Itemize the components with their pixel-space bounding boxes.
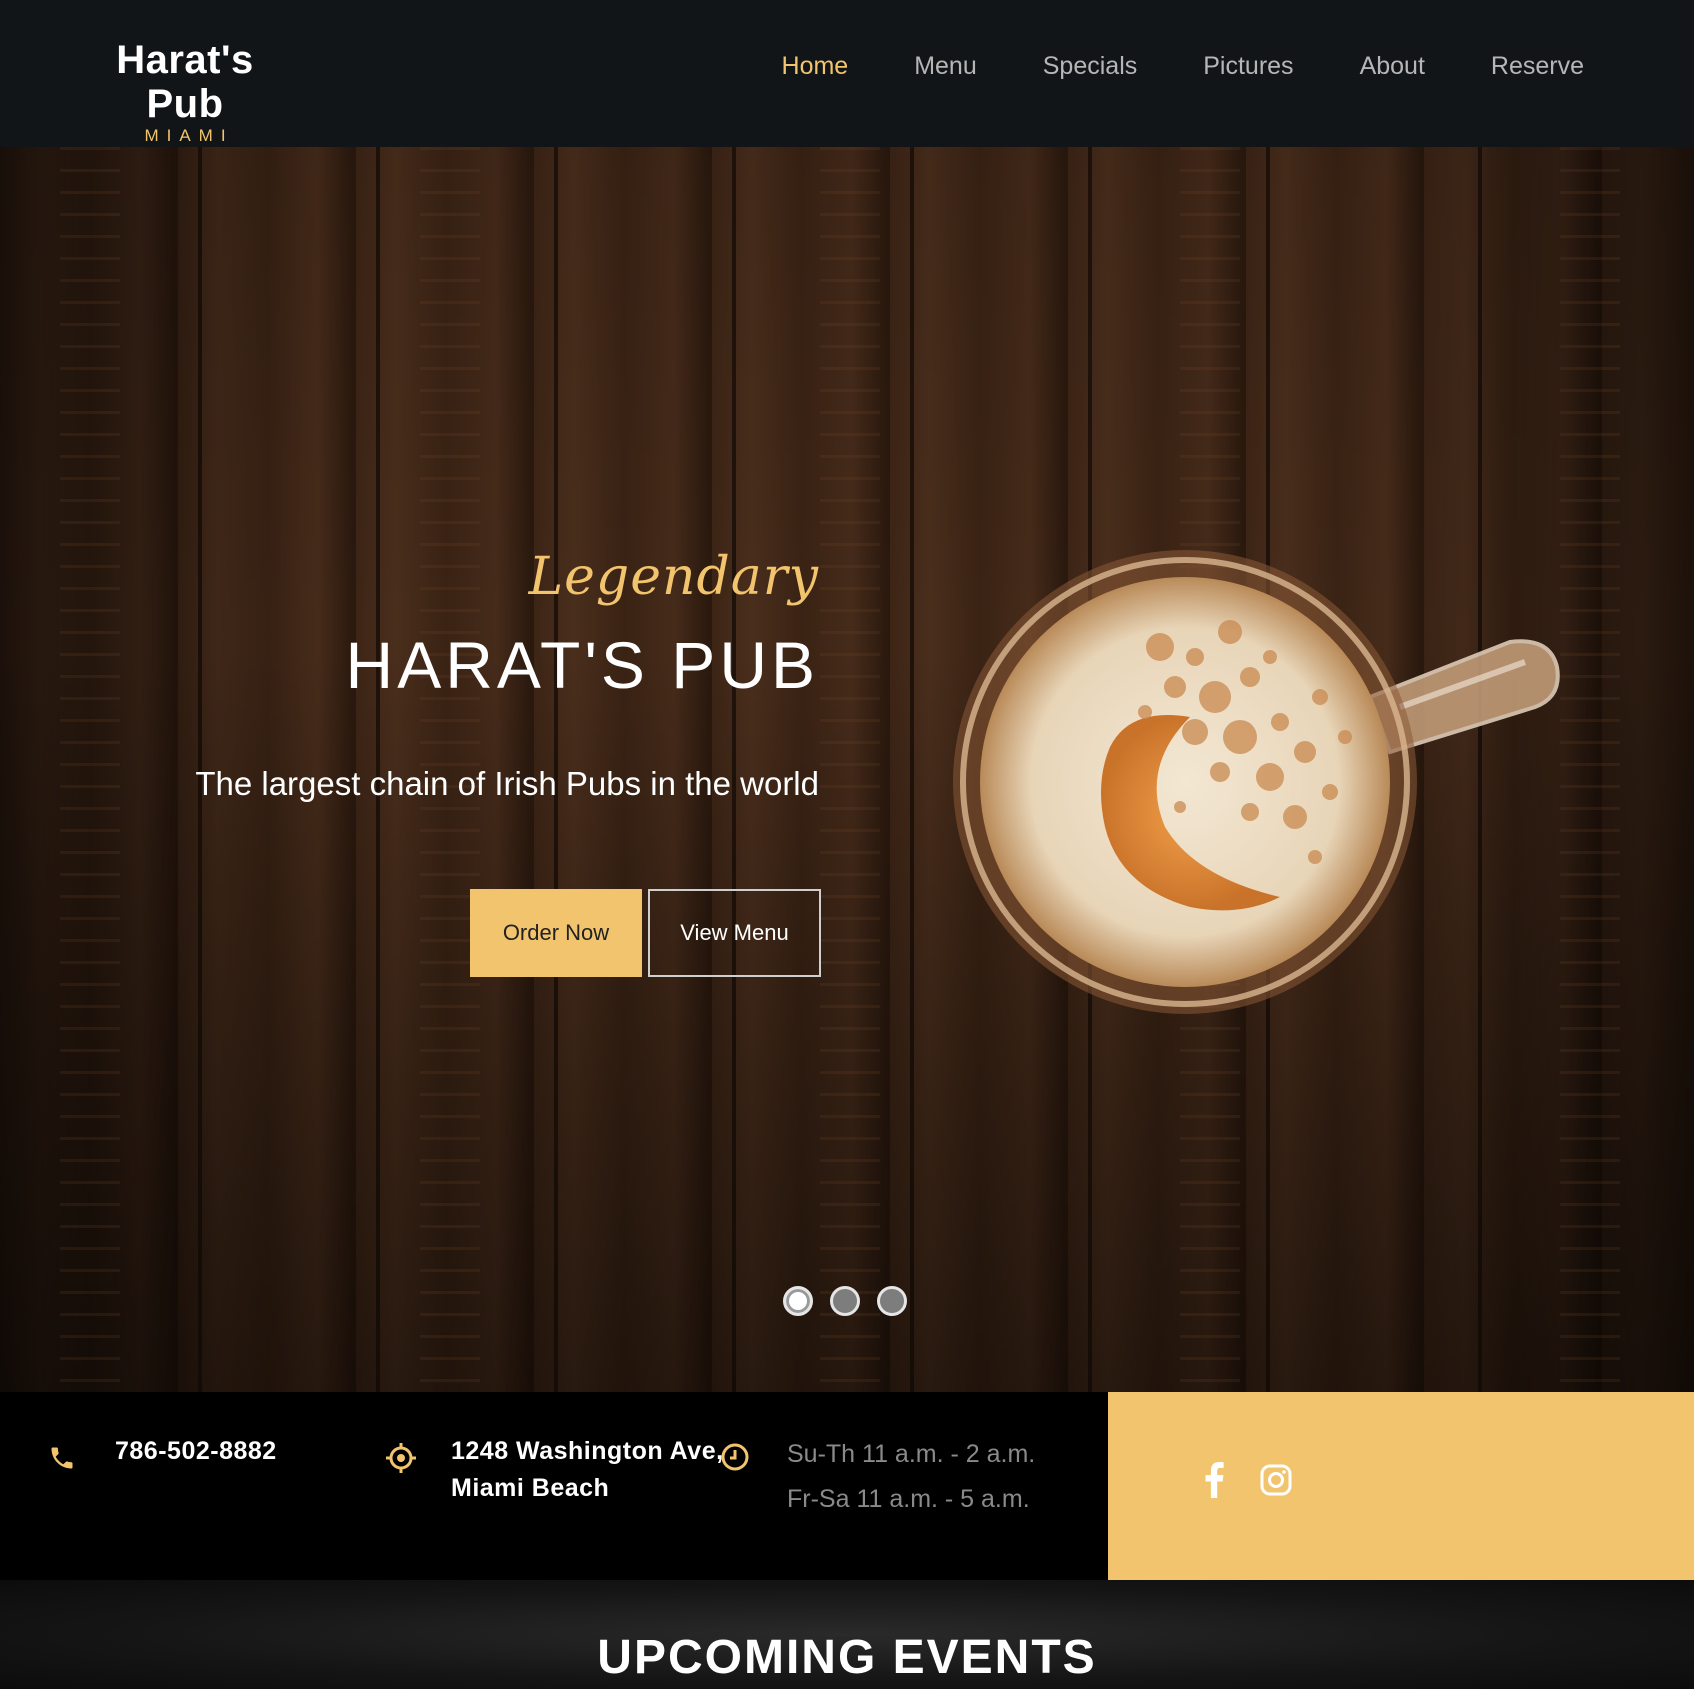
nav-item-home[interactable]: Home xyxy=(782,52,849,81)
hero-title: HARAT'S PUB xyxy=(345,628,819,702)
nav-item-about[interactable]: About xyxy=(1360,52,1425,81)
view-menu-button[interactable]: View Menu xyxy=(648,889,821,977)
beer-mug-image xyxy=(953,550,1560,1014)
nav-item-pictures[interactable]: Pictures xyxy=(1203,52,1293,81)
nav-item-reserve[interactable]: Reserve xyxy=(1491,52,1584,81)
phone-icon xyxy=(51,1447,73,1469)
nav-item-specials[interactable]: Specials xyxy=(1043,52,1138,81)
order-now-button[interactable]: Order Now xyxy=(470,889,642,977)
wood-plank-seam xyxy=(910,147,914,1392)
location-icon xyxy=(386,1443,416,1473)
brand-city: MIAMI xyxy=(144,126,234,145)
brand-logo[interactable]: Harat's Pub MIAMI xyxy=(75,38,295,146)
wood-grain xyxy=(60,147,120,1392)
nav-item-menu[interactable]: Menu xyxy=(914,52,977,81)
brand-name: Harat's Pub xyxy=(116,38,254,126)
clock-icon xyxy=(721,1443,749,1471)
hero-eyebrow: Legendary xyxy=(528,547,819,607)
hero-subtitle: The largest chain of Irish Pubs in the w… xyxy=(195,765,819,802)
hours-line-1: Su-Th 11 a.m. - 2 a.m. xyxy=(787,1440,1036,1468)
address-line-2: Miami Beach xyxy=(451,1474,610,1502)
upcoming-events-section: UPCOMING EVENTS xyxy=(0,1580,1694,1689)
slider-dot-3[interactable] xyxy=(877,1286,907,1316)
site-header: Harat's Pub MIAMI Home Menu Specials Pic… xyxy=(0,0,1694,147)
events-title: UPCOMING EVENTS xyxy=(597,1631,1097,1684)
main-nav: Home Menu Specials Pictures About Reserv… xyxy=(716,52,1584,81)
social-panel xyxy=(1108,1392,1694,1580)
slider-dots xyxy=(783,1286,907,1316)
instagram-icon[interactable] xyxy=(1260,1464,1292,1496)
slider-dot-2[interactable] xyxy=(830,1286,860,1316)
wood-grain xyxy=(820,147,880,1392)
hero-slider: Legendary HARAT'S PUB The largest chain … xyxy=(0,147,1694,1392)
contact-info-bar: 786-502-8882 1248 Washington Ave, Miami … xyxy=(0,1392,1108,1580)
facebook-icon[interactable] xyxy=(1202,1462,1226,1498)
slider-dot-1[interactable] xyxy=(783,1286,813,1316)
hours-line-2: Fr-Sa 11 a.m. - 5 a.m. xyxy=(787,1485,1030,1513)
address: 1248 Washington Ave, Miami Beach xyxy=(451,1433,724,1507)
phone-number[interactable]: 786-502-8882 xyxy=(115,1433,277,1470)
address-line-1: 1248 Washington Ave, xyxy=(451,1437,724,1465)
opening-hours: Su-Th 11 a.m. - 2 a.m. Fr-Sa 11 a.m. - 5… xyxy=(787,1432,1035,1522)
